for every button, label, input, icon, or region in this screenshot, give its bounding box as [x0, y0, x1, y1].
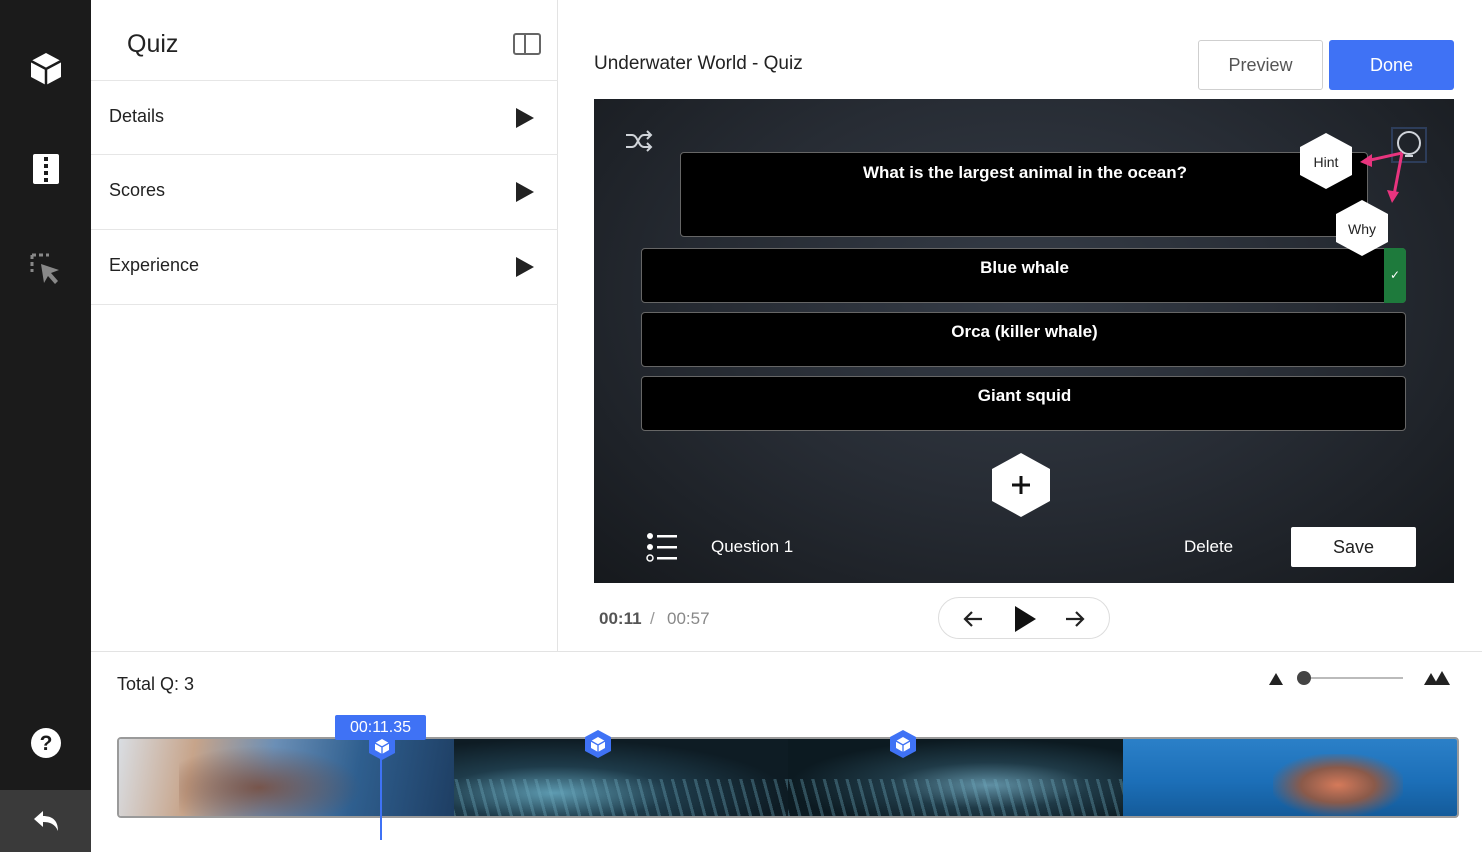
total-time: 00:57	[667, 609, 710, 628]
page-title: Underwater World - Quiz	[594, 53, 803, 74]
back-icon[interactable]	[0, 790, 91, 852]
add-answer-button[interactable]	[990, 452, 1052, 518]
total-questions: Total Q: 3	[117, 674, 195, 694]
prev-arrow-icon[interactable]	[961, 607, 985, 636]
hint-label: Hint	[1313, 154, 1339, 170]
quiz-marker-icon[interactable]	[889, 729, 917, 764]
answer-text: Giant squid	[977, 386, 1072, 405]
quiz-marker-icon[interactable]	[584, 729, 612, 764]
cursor-select-icon[interactable]	[0, 246, 91, 292]
filmstrip-frame	[453, 739, 788, 816]
cube-icon[interactable]	[0, 46, 91, 92]
preview-button[interactable]: Preview	[1198, 40, 1323, 90]
delete-button[interactable]: Delete	[1184, 537, 1233, 557]
video-filmstrip[interactable]	[117, 737, 1459, 818]
play-icon[interactable]	[1013, 605, 1037, 638]
zoom-slider[interactable]	[1298, 677, 1403, 679]
play-arrow-icon	[516, 108, 534, 128]
answer-option[interactable]: Blue whale ✓	[641, 248, 1406, 303]
time-separator: /	[650, 609, 655, 628]
question-label: Question 1	[711, 537, 794, 556]
current-time: 00:11	[599, 609, 642, 628]
filmstrip-frame	[1122, 739, 1457, 816]
film-icon[interactable]	[0, 146, 91, 192]
quiz-marker-icon[interactable]	[368, 731, 396, 766]
play-arrow-icon	[516, 257, 534, 277]
answer-option[interactable]: Giant squid	[641, 376, 1406, 431]
why-label: Why	[1348, 221, 1376, 237]
zoom-in-icon[interactable]	[1423, 670, 1451, 691]
help-icon[interactable]: ?	[0, 722, 91, 764]
answer-text: Blue whale	[980, 258, 1069, 277]
section-experience[interactable]: Experience	[91, 229, 558, 304]
quiz-stage: What is the largest animal in the ocean?…	[594, 99, 1454, 583]
play-arrow-icon	[516, 182, 534, 202]
section-label: Scores	[109, 180, 166, 200]
section-details[interactable]: Details	[91, 80, 558, 155]
hint-button[interactable]: Hint	[1298, 132, 1354, 190]
filmstrip-frame	[788, 739, 1123, 816]
settings-panel: Quiz Details Scores Experience	[91, 0, 558, 652]
answer-text: Orca (killer whale)	[951, 322, 1098, 341]
filmstrip-frame	[119, 739, 454, 816]
svg-text:?: ?	[39, 732, 52, 755]
question-box[interactable]: What is the largest animal in the ocean?	[680, 152, 1368, 237]
section-label: Details	[109, 106, 165, 126]
section-scores[interactable]: Scores	[91, 154, 558, 229]
panel-title: Quiz	[127, 30, 179, 58]
shuffle-icon[interactable]	[624, 129, 654, 158]
section-label: Experience	[109, 255, 200, 275]
question-text: What is the largest animal in the ocean?	[862, 163, 1187, 182]
left-rail: ?	[0, 0, 91, 852]
save-button[interactable]: Save	[1291, 527, 1416, 567]
panel-layout-icon[interactable]	[513, 33, 541, 60]
done-button[interactable]: Done	[1329, 40, 1454, 90]
divider	[91, 304, 558, 305]
zoom-slider-handle[interactable]	[1297, 671, 1311, 685]
player-controls	[938, 597, 1110, 639]
next-arrow-icon[interactable]	[1063, 607, 1087, 636]
answer-option[interactable]: Orca (killer whale)	[641, 312, 1406, 367]
timeline-divider	[91, 651, 1482, 652]
zoom-out-icon[interactable]	[1268, 672, 1284, 691]
why-button[interactable]: Why	[1334, 199, 1390, 257]
question-list-icon[interactable]	[646, 532, 678, 567]
